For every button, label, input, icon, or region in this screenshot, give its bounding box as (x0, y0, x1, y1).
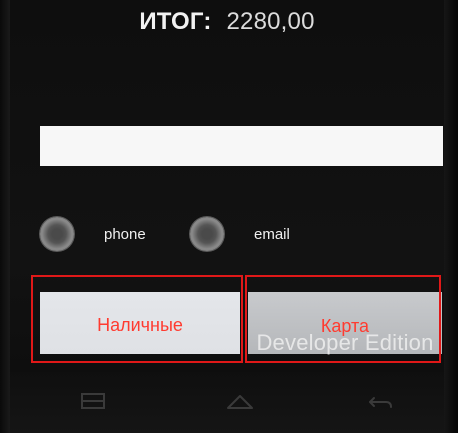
navigation-bar (10, 372, 444, 433)
recent-apps-icon (81, 393, 105, 409)
radio-button-email[interactable] (190, 217, 224, 251)
recent-apps-button[interactable] (72, 390, 112, 414)
radio-option-phone[interactable]: phone (40, 214, 146, 254)
device-bezel-right (444, 0, 458, 433)
screen: ИТОГ: 2280,00 phone email Наличные Карта… (10, 0, 444, 433)
cash-payment-label: Наличные (97, 315, 183, 335)
contact-input[interactable] (40, 126, 443, 166)
device-bezel-left (0, 0, 10, 433)
device-frame: ИТОГ: 2280,00 phone email Наличные Карта… (0, 0, 458, 433)
card-payment-button[interactable]: Карта (248, 292, 442, 354)
radio-option-email[interactable]: email (190, 214, 290, 254)
contact-type-radio-group: phone email (40, 214, 443, 254)
home-icon (227, 395, 253, 409)
back-button[interactable] (360, 390, 400, 414)
radio-label-email: email (254, 225, 290, 243)
total-label: ИТОГ: (139, 8, 212, 35)
home-button[interactable] (220, 390, 260, 414)
radio-label-phone: phone (104, 225, 146, 243)
total-value: 2280,00 (226, 8, 315, 35)
cash-payment-button[interactable]: Наличные (40, 292, 240, 354)
radio-button-phone[interactable] (40, 217, 74, 251)
back-icon (369, 397, 392, 408)
card-payment-label: Карта (320, 316, 370, 336)
total-row: ИТОГ: 2280,00 (10, 8, 444, 36)
